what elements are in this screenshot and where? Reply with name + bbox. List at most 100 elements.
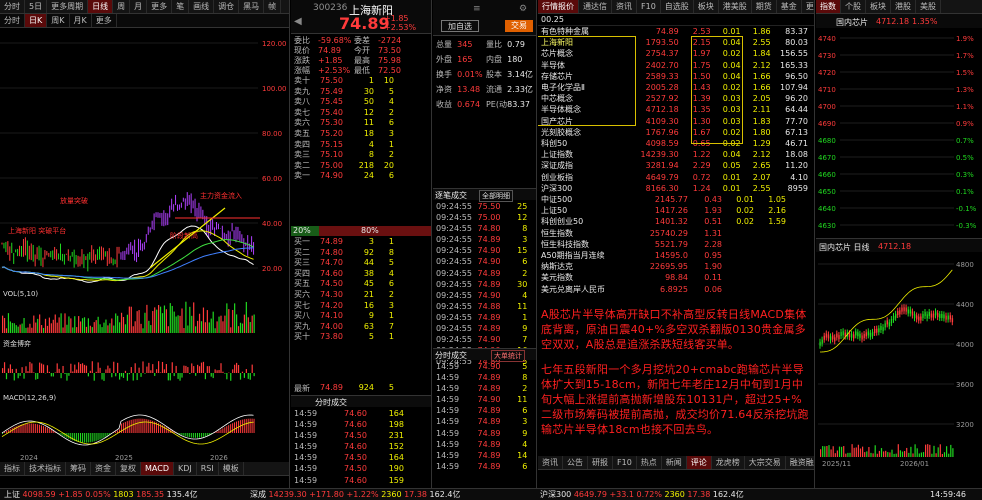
index-row[interactable]: 恒生指数 25740.29 1.31 <box>538 228 808 239</box>
tab-left_tabs2-4[interactable]: 更多 <box>92 14 117 27</box>
tab-left_bottom_tabs-7[interactable]: RSI <box>197 462 219 475</box>
status-index-2[interactable]: 深成 14239.30 +171.80 +1.22% 2360 17.38 16… <box>250 489 460 500</box>
sell-row[interactable]: 卖一 74.90 24 6 <box>291 171 431 182</box>
sell-row[interactable]: 卖八 75.45 50 4 <box>291 97 431 108</box>
index-row[interactable]: 沪深300 8166.30 1.24 0.01 2.55 8959 <box>538 183 808 194</box>
tab-mid_bottom_tabs-6[interactable]: 评论 <box>686 456 712 469</box>
buy-row[interactable]: 买六 74.30 21 2 <box>291 290 431 301</box>
tab-mid_bottom_tabs-5[interactable]: 新闻 <box>662 456 687 469</box>
nav-prev-icon[interactable]: ◀ <box>294 16 302 27</box>
tab-mid_tabs-7[interactable]: 期货 <box>752 0 777 13</box>
tab-left_tabs-8[interactable]: 画线 <box>189 0 215 13</box>
index-row[interactable]: 上证指数 14239.30 1.22 0.04 2.12 18.08 <box>538 149 808 160</box>
tab-left_tabs2-1[interactable]: 日K <box>25 14 48 27</box>
tab-left_tabs-11[interactable]: 帧 <box>264 0 282 13</box>
index-row[interactable]: 创业板指 4649.79 0.72 0.01 2.07 4.10 <box>538 172 808 183</box>
tab-left_tabs-0[interactable]: 分时 <box>0 0 25 13</box>
trade-button[interactable]: 交易 <box>505 20 533 32</box>
sell-row[interactable]: 卖十 75.50 1 10 <box>291 76 431 87</box>
tab-right_tabs-2[interactable]: 板块 <box>866 0 891 13</box>
buy-row[interactable]: 买三 74.70 44 5 <box>291 258 431 269</box>
tab-mid_tabs-5[interactable]: 板块 <box>694 0 719 13</box>
tab-left_tabs-2[interactable]: 更多周期 <box>47 0 89 13</box>
tab-left_bottom_tabs-2[interactable]: 筹码 <box>66 462 91 475</box>
status-index-1[interactable]: 上证 4098.59 +1.85 0.05% 1803 185.35 135.4… <box>4 489 198 500</box>
tab-left_tabs-7[interactable]: 笔 <box>172 0 190 13</box>
tab-mid_bottom_tabs-7[interactable]: 龙虎榜 <box>712 456 745 469</box>
sell-row[interactable]: 卖三 75.10 8 2 <box>291 150 431 161</box>
buy-row[interactable]: 买四 74.60 38 4 <box>291 269 431 280</box>
tab-mid_tabs-3[interactable]: F10 <box>637 0 661 13</box>
tab-right_tabs-0[interactable]: 指数 <box>816 0 841 13</box>
tab-right_tabs-1[interactable]: 个股 <box>841 0 866 13</box>
sell-row[interactable]: 卖六 75.30 11 6 <box>291 118 431 129</box>
tick-side <box>404 408 412 419</box>
tab-left_bottom_tabs-4[interactable]: 复权 <box>116 462 141 475</box>
buy-row[interactable]: 买一 74.89 3 1 <box>291 237 431 248</box>
settings-icon[interactable]: ⚙ <box>519 4 527 14</box>
sell-row[interactable]: 卖九 75.49 30 5 <box>291 87 431 98</box>
buy-row[interactable]: 买八 74.10 9 1 <box>291 311 431 322</box>
sector-intraday-chart[interactable]: 4740 1.9% 4730 1.7% 4720 1.5% 4710 1.3% 4700 1.1%… <box>816 28 982 238</box>
index-row[interactable]: A50期指当月连续 14595.0 0.95 <box>538 250 808 261</box>
buy-row[interactable]: 买九 74.00 63 7 <box>291 322 431 333</box>
tab-left_tabs-10[interactable]: 黑马 <box>239 0 265 13</box>
tab-left_tabs-3[interactable]: 日线 <box>88 0 114 13</box>
tab-left_tabs-5[interactable]: 月 <box>130 0 148 13</box>
tab-left_bottom_tabs-0[interactable]: 指标 <box>0 462 25 475</box>
tab-mid_bottom_tabs-8[interactable]: 大宗交易 <box>745 456 786 469</box>
index-row[interactable]: 深证成指 3281.94 2.29 0.05 2.65 11.20 <box>538 160 808 171</box>
sell-row[interactable]: 卖七 75.40 12 2 <box>291 108 431 119</box>
buy-row[interactable]: 买二 74.80 92 8 <box>291 248 431 259</box>
index-row[interactable]: 恒生科技指数 5521.79 2.28 <box>538 239 808 250</box>
tab-left_tabs-6[interactable]: 更多 <box>147 0 173 13</box>
tab-left_bottom_tabs-5[interactable]: MACD <box>141 462 174 475</box>
tab-mid_tabs-9[interactable]: 更多 <box>802 0 814 13</box>
buy-row[interactable]: 买七 74.20 16 3 <box>291 301 431 312</box>
tab-mid_bottom_tabs-4[interactable]: 热点 <box>637 456 662 469</box>
volume-bar <box>195 326 197 333</box>
index-row[interactable]: 光刻胶概念 1767.96 1.67 0.02 1.80 67.13 <box>538 127 808 138</box>
add-watch-button[interactable]: 加自选 <box>441 20 479 32</box>
tab-mid_tabs-4[interactable]: 自选股 <box>661 0 694 13</box>
tab-right_tabs-4[interactable]: 美股 <box>916 0 941 13</box>
tab-left_tabs-4[interactable]: 周 <box>113 0 131 13</box>
index-row[interactable]: 科创创业50 1401.32 0.51 0.02 1.59 <box>538 216 808 227</box>
tab-mid_tabs-0[interactable]: 行情报价 <box>538 0 579 13</box>
tab-left_tabs2-3[interactable]: 月K <box>70 14 92 27</box>
sell-row[interactable]: 卖五 75.20 18 3 <box>291 129 431 140</box>
tab-mid_bottom_tabs-3[interactable]: F10 <box>613 456 637 469</box>
tab-mid_bottom_tabs-2[interactable]: 研报 <box>588 456 613 469</box>
tab-left_tabs2-2[interactable]: 周K <box>47 14 70 27</box>
tab-mid_tabs-1[interactable]: 通达信 <box>579 0 612 13</box>
buy-row[interactable]: 买十 73.80 5 1 <box>291 332 431 343</box>
tab-mid_tabs-2[interactable]: 资讯 <box>612 0 637 13</box>
tab-mid_tabs-6[interactable]: 港美股 <box>719 0 752 13</box>
tab-left_tabs-9[interactable]: 调仓 <box>214 0 240 13</box>
index-row[interactable]: 美元兑离岸人民币 6.8925 0.06 <box>538 284 808 295</box>
buy-row[interactable]: 买五 74.50 45 6 <box>291 279 431 290</box>
tab-left_tabs-1[interactable]: 5日 <box>25 0 48 13</box>
index-row[interactable]: 美元指数 98.84 0.11 <box>538 272 808 283</box>
tab-left_bottom_tabs-3[interactable]: 资金 <box>91 462 116 475</box>
tab-left_bottom_tabs-8[interactable]: 模板 <box>219 462 244 475</box>
tab-left_bottom_tabs-6[interactable]: KDJ <box>174 462 197 475</box>
tab-right_tabs-3[interactable]: 港股 <box>891 0 916 13</box>
tab-mid_tabs-8[interactable]: 基金 <box>777 0 802 13</box>
index-row[interactable]: 上证50 1417.26 1.93 0.02 2.16 <box>538 205 808 216</box>
sell-row[interactable]: 卖四 75.15 4 1 <box>291 140 431 151</box>
tab-left_bottom_tabs-1[interactable]: 技术指标 <box>25 462 66 475</box>
index-row[interactable]: 纳斯达克 22695.95 1.90 <box>538 261 808 272</box>
daily-level-label: 4000 <box>956 341 974 349</box>
tab-mid_bottom_tabs-9[interactable]: 融资融券 <box>786 456 814 469</box>
sector-daily-chart[interactable]: 4800 4400 4000 3600 3200 2025/11 2026/01 <box>816 252 982 472</box>
status-index-3[interactable]: 沪深300 4649.79 +33.1 0.72% 2360 17.38 162… <box>540 489 744 500</box>
menu-icon[interactable]: ≡ <box>473 4 481 14</box>
tab-mid_bottom_tabs-0[interactable]: 资讯 <box>538 456 563 469</box>
tab-left_tabs2-0[interactable]: 分时 <box>0 14 25 27</box>
index-row[interactable]: 科创50 4098.59 0.65 0.02 1.29 46.71 <box>538 138 808 149</box>
sell-row[interactable]: 卖二 75.00 218 20 <box>291 161 431 172</box>
tab-mid_bottom_tabs-1[interactable]: 公告 <box>563 456 588 469</box>
index-row[interactable]: 中证500 2145.77 0.43 0.01 1.05 <box>538 194 808 205</box>
kline-chart[interactable]: 120.00 100.00 80.00 60.00 40.00 20.00 上海新阳 突破平… <box>0 28 290 488</box>
